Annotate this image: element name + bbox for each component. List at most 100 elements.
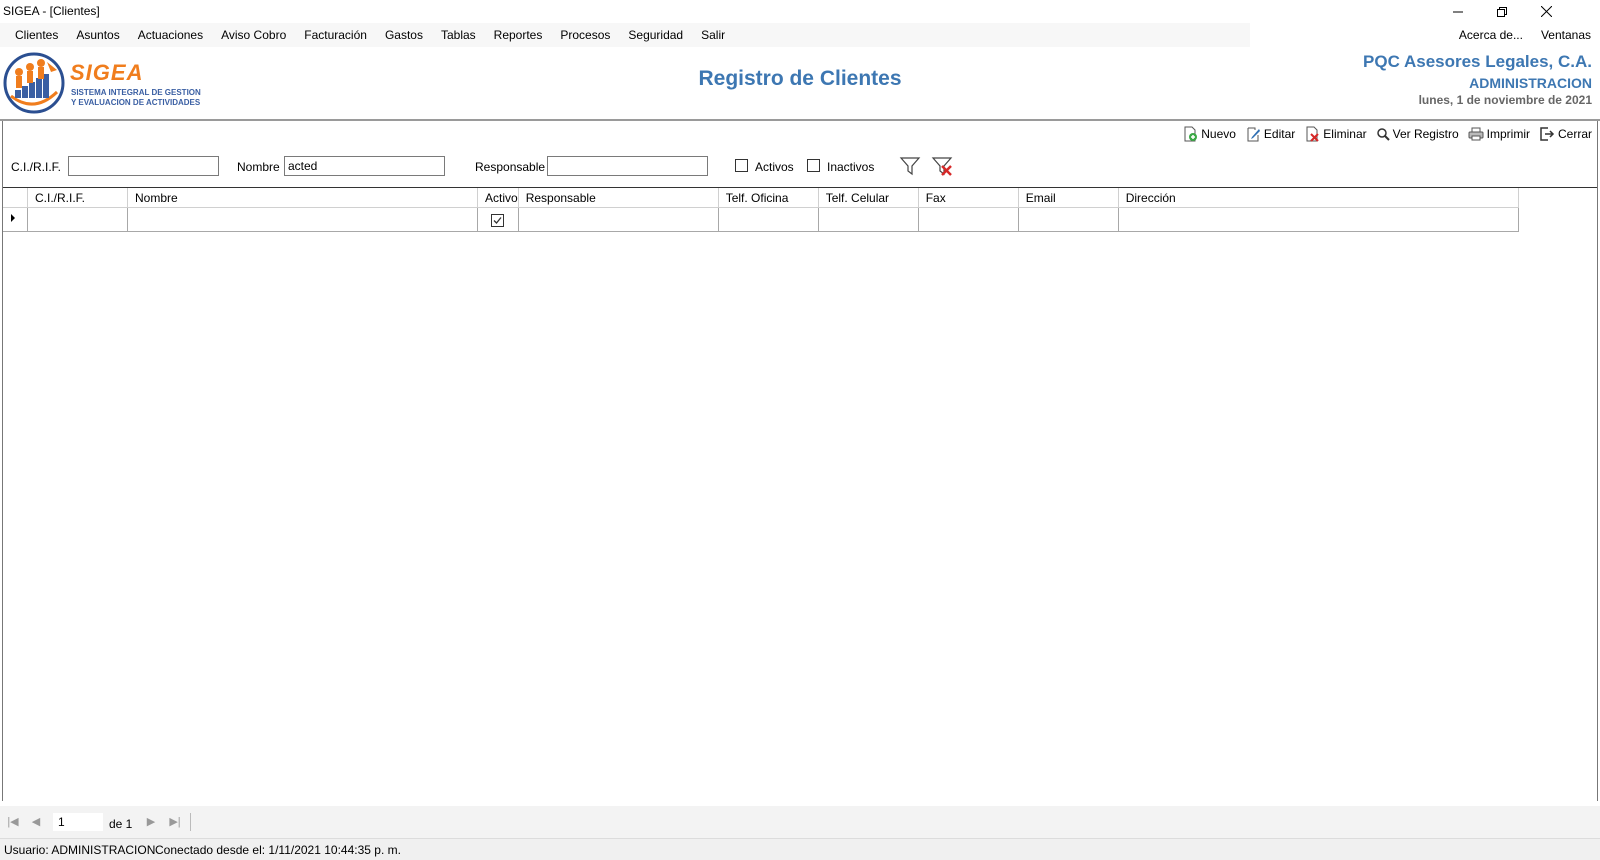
nuevo-label: Nuevo — [1201, 127, 1236, 141]
menu-acerca-de[interactable]: Acerca de... — [1450, 23, 1532, 47]
menu-facturación[interactable]: Facturación — [295, 23, 376, 47]
filter-row: C.I./R.I.F. Nombre Responsable Activos I… — [0, 150, 1600, 180]
column-header[interactable]: Dirección — [1118, 188, 1519, 208]
company-info: PQC Asesores Legales, C.A. ADMINISTRACIO… — [1363, 52, 1592, 107]
inactivos-checkbox[interactable] — [807, 159, 820, 172]
clear-filter-icon[interactable] — [931, 155, 953, 177]
add-document-icon — [1184, 126, 1198, 142]
row-selector[interactable] — [3, 207, 28, 232]
page-number-input[interactable]: 1 — [53, 813, 103, 831]
telf_celular-cell[interactable] — [818, 207, 919, 232]
navigator-separator — [190, 813, 191, 831]
menu-gastos[interactable]: Gastos — [376, 23, 432, 47]
responsable-input[interactable] — [547, 156, 708, 176]
last-icon: ▶| — [169, 815, 181, 828]
close-icon — [1540, 6, 1552, 17]
menu-reportes[interactable]: Reportes — [485, 23, 552, 47]
right-menu: Acerca de... Ventanas — [1249, 23, 1600, 47]
previous-page-button[interactable]: ◀ — [29, 814, 43, 828]
status-bar: Usuario: ADMINISTRACION Conectado desde … — [0, 838, 1600, 860]
column-header[interactable]: C.I./R.I.F. — [27, 188, 128, 208]
status-user: Usuario: ADMINISTRACION — [4, 843, 156, 857]
nombre-cell[interactable] — [127, 207, 478, 232]
inactivos-label: Inactivos — [827, 160, 875, 174]
next-icon: ▶ — [146, 815, 156, 828]
restore-button[interactable] — [1480, 0, 1524, 23]
column-header[interactable]: Telf. Celular — [818, 188, 919, 208]
direccion-cell[interactable] — [1118, 207, 1519, 232]
column-header[interactable]: Activo — [477, 188, 519, 208]
column-header[interactable]: Telf. Oficina — [718, 188, 819, 208]
menu-ventanas[interactable]: Ventanas — [1532, 23, 1600, 47]
activos-checkbox[interactable] — [735, 159, 748, 172]
cirif-cell[interactable] — [27, 207, 128, 232]
nuevo-button[interactable]: Nuevo — [1182, 126, 1236, 142]
eliminar-label: Eliminar — [1323, 127, 1367, 141]
cerrar-button[interactable]: Cerrar — [1539, 126, 1592, 142]
first-page-button[interactable]: |◀ — [6, 814, 20, 828]
ver-registro-label: Ver Registro — [1392, 127, 1459, 141]
menu-clientes[interactable]: Clientes — [6, 23, 67, 47]
editar-button[interactable]: Editar — [1245, 126, 1295, 142]
responsable-cell[interactable] — [518, 207, 719, 232]
menu-bar: Clientes Asuntos Actuaciones Aviso Cobro Fac… — [0, 23, 1600, 47]
imprimir-label: Imprimir — [1486, 127, 1530, 141]
column-header[interactable]: Responsable — [518, 188, 719, 208]
email-cell[interactable] — [1018, 207, 1119, 232]
printer-icon — [1468, 127, 1484, 141]
row-selector-header — [3, 188, 28, 208]
editar-label: Editar — [1263, 127, 1296, 141]
delete-icon — [1306, 126, 1319, 142]
first-icon: |◀ — [7, 815, 19, 828]
user-role: ADMINISTRACION — [1469, 75, 1592, 91]
table-row[interactable] — [3, 207, 1519, 232]
column-header[interactable]: Fax — [918, 188, 1019, 208]
responsable-label: Responsable — [475, 160, 546, 174]
column-header[interactable]: Email — [1018, 188, 1119, 208]
menu-aviso-cobro[interactable]: Aviso Cobro — [212, 23, 295, 47]
filter-icon[interactable] — [899, 155, 921, 177]
exit-icon — [1540, 127, 1555, 141]
imprimir-button[interactable]: Imprimir — [1468, 126, 1530, 142]
activo-cell[interactable] — [477, 207, 519, 232]
cirif-input[interactable] — [68, 156, 219, 176]
header: SIGEA SISTEMA INTEGRAL DE GESTION Y EVAL… — [0, 47, 1600, 119]
activos-label: Activos — [755, 160, 794, 174]
fax-cell[interactable] — [918, 207, 1019, 232]
cerrar-label: Cerrar — [1557, 127, 1592, 141]
current-row-icon — [11, 214, 15, 222]
minimize-button[interactable] — [1436, 0, 1480, 23]
ver-registro-button[interactable]: Ver Registro — [1376, 127, 1459, 141]
main-menu: Clientes Asuntos Actuaciones Aviso Cobro Fac… — [6, 23, 734, 47]
menu-seguridad[interactable]: Seguridad — [619, 23, 692, 47]
minimize-icon — [1453, 11, 1463, 12]
menu-tablas[interactable]: Tablas — [432, 23, 485, 47]
restore-icon — [1497, 6, 1507, 17]
checked-checkbox-icon[interactable] — [491, 213, 505, 227]
clients-table: C.I./R.I.F. Nombre Activo Responsable Telf. … — [3, 188, 1519, 232]
menu-asuntos[interactable]: Asuntos — [67, 23, 128, 47]
nombre-label: Nombre — [237, 160, 280, 174]
record-navigator: |◀ ◀ 1 de 1 ▶ ▶| — [0, 806, 1600, 838]
close-window-button[interactable] — [1524, 0, 1568, 23]
menu-actuaciones[interactable]: Actuaciones — [129, 23, 212, 47]
menu-salir[interactable]: Salir — [692, 23, 734, 47]
column-header[interactable]: Nombre — [127, 188, 478, 208]
clients-grid[interactable]: C.I./R.I.F. Nombre Activo Responsable Telf. … — [3, 187, 1597, 801]
grid-header-row: C.I./R.I.F. Nombre Activo Responsable Telf. … — [3, 188, 1519, 208]
nombre-input[interactable] — [284, 156, 445, 176]
menu-procesos[interactable]: Procesos — [551, 23, 619, 47]
edit-icon — [1247, 127, 1260, 142]
page-title: Registro de Clientes — [698, 67, 902, 90]
logo-subtitle-2: Y EVALUACION DE ACTIVIDADES — [71, 98, 201, 107]
previous-icon: ◀ — [31, 815, 41, 828]
toolbar: Nuevo Editar Eliminar Ver Registro Impri… — [1173, 124, 1592, 144]
page-count-label: de 1 — [109, 817, 133, 831]
last-page-button[interactable]: ▶| — [168, 814, 182, 828]
status-connected: Conectado desde el: 1/11/2021 10:44:35 p… — [155, 843, 401, 857]
title-bar: SIGEA - [Clientes] — [0, 0, 1600, 23]
cirif-label: C.I./R.I.F. — [11, 160, 62, 174]
eliminar-button[interactable]: Eliminar — [1304, 126, 1367, 142]
telf_oficina-cell[interactable] — [718, 207, 819, 232]
next-page-button[interactable]: ▶ — [144, 814, 158, 828]
